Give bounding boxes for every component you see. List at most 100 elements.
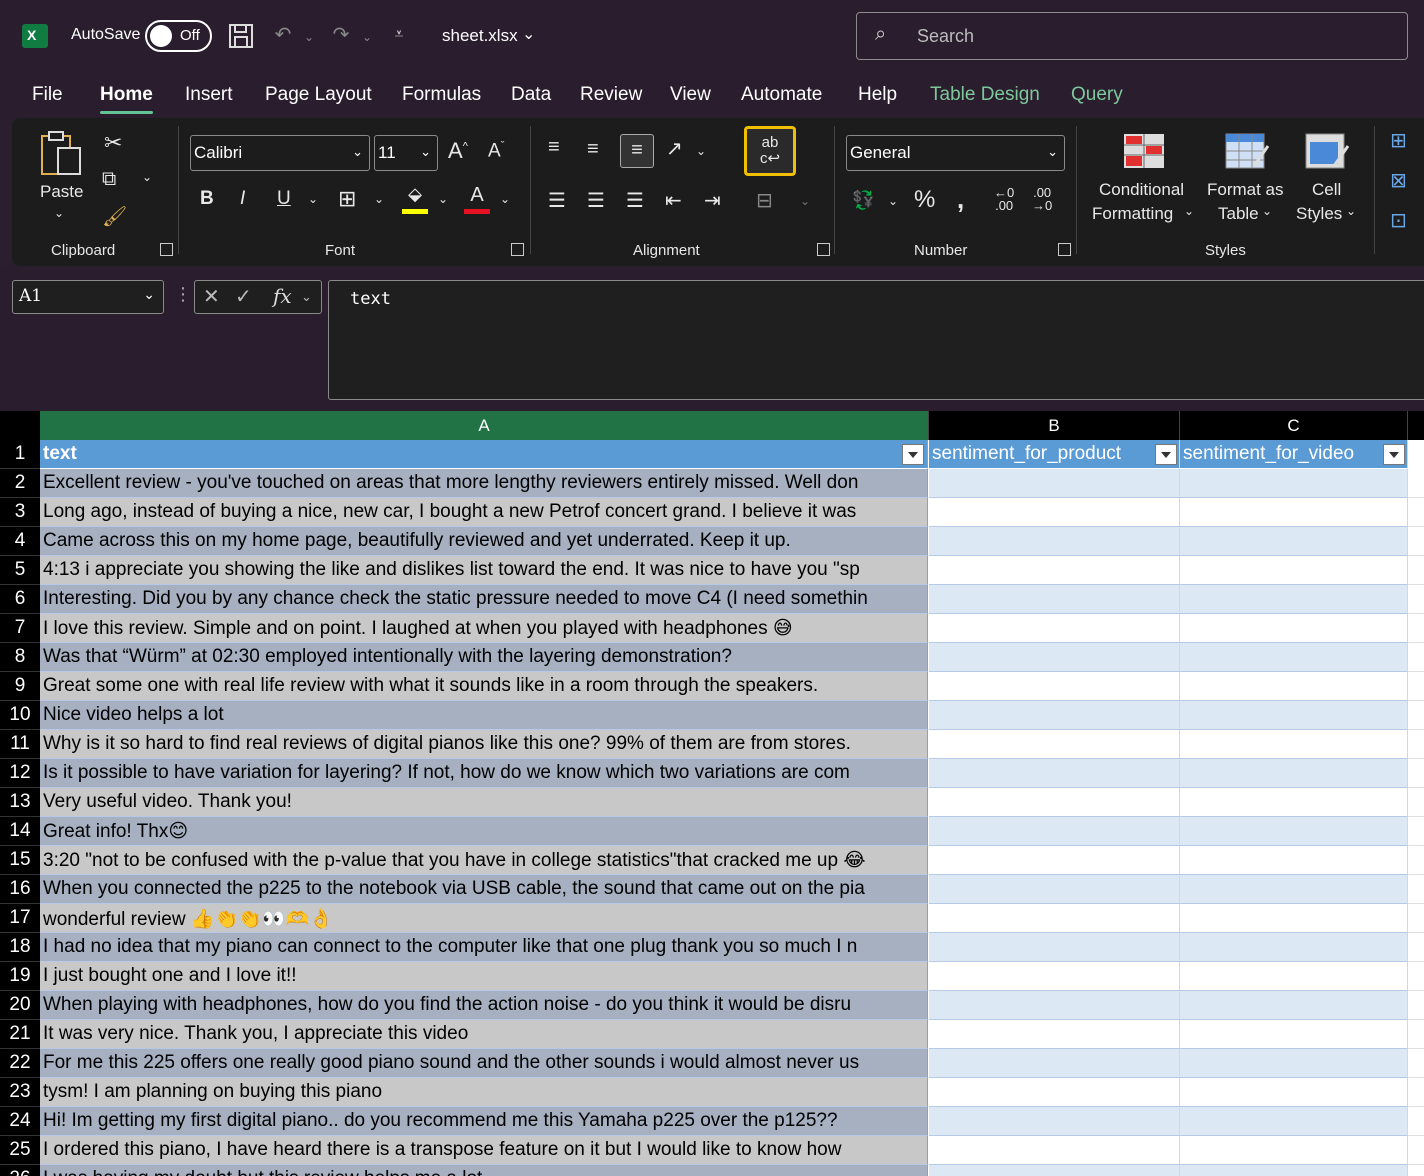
cell-text[interactable]: Long ago, instead of buying a nice, new … (40, 498, 928, 527)
merge-center-icon[interactable]: ⊟ (756, 188, 773, 213)
cell-sentiment-video[interactable] (1180, 875, 1408, 904)
filter-dropdown-icon[interactable] (902, 444, 924, 465)
empty-cell[interactable] (1408, 440, 1424, 469)
row-number[interactable]: 6 (0, 585, 40, 614)
empty-cell[interactable] (1408, 759, 1424, 788)
fill-color-icon[interactable]: ⬙ (402, 184, 428, 214)
decrease-indent-icon[interactable]: ⇤ (665, 188, 682, 213)
cell-sentiment-product[interactable] (929, 556, 1180, 585)
borders-dropdown-icon[interactable]: ⌄ (374, 192, 384, 206)
cell-sentiment-video[interactable] (1180, 904, 1408, 933)
cell-sentiment-video[interactable] (1180, 817, 1408, 846)
cell-sentiment-product[interactable] (929, 469, 1180, 498)
format-cells-icon[interactable]: ⊡ (1390, 208, 1407, 233)
tab-table-design[interactable]: Table Design (930, 84, 1040, 106)
row-number[interactable]: 2 (0, 469, 40, 498)
row-number[interactable]: 3 (0, 498, 40, 527)
empty-cell[interactable] (1408, 962, 1424, 991)
empty-cell[interactable] (1408, 991, 1424, 1020)
cell-sentiment-product[interactable] (929, 759, 1180, 788)
filter-dropdown-icon[interactable] (1383, 444, 1405, 465)
align-middle-icon[interactable]: ≡ (587, 138, 599, 161)
cell-styles-dropdown-icon[interactable]: ⌄ (1346, 204, 1356, 218)
align-top-icon[interactable]: ≡ (548, 136, 560, 159)
row-number[interactable]: 23 (0, 1078, 40, 1107)
empty-cell[interactable] (1408, 1049, 1424, 1078)
fill-color-dropdown-icon[interactable]: ⌄ (438, 192, 448, 206)
chevron-down-icon[interactable]: ⌄ (522, 24, 535, 44)
paste-icon[interactable] (38, 128, 84, 178)
cell-sentiment-product[interactable] (929, 498, 1180, 527)
tab-formulas[interactable]: Formulas (402, 84, 481, 106)
cell-sentiment-video[interactable] (1180, 701, 1408, 730)
cell-text[interactable]: I had no idea that my piano can connect … (40, 933, 928, 962)
empty-cell[interactable] (1408, 614, 1424, 643)
conditional-formatting-dropdown-icon[interactable]: ⌄ (1184, 204, 1194, 218)
insert-cells-icon[interactable]: ⊞ (1390, 128, 1407, 153)
align-left-icon[interactable]: ☰ (548, 188, 566, 213)
cell-sentiment-product[interactable] (929, 643, 1180, 672)
cell-text[interactable]: wonderful review 👍👏👏👀🫶👌 (40, 904, 928, 933)
number-launcher-icon[interactable] (1058, 243, 1071, 256)
cell-text[interactable]: Interesting. Did you by any chance check… (40, 585, 928, 614)
cell-sentiment-product[interactable] (929, 1136, 1180, 1165)
cell-text[interactable]: Very useful video. Thank you! (40, 788, 928, 817)
cell-text[interactable]: 4:13 i appreciate you showing the like a… (40, 556, 928, 585)
tab-view[interactable]: View (670, 84, 711, 106)
cell-sentiment-product[interactable] (929, 527, 1180, 556)
empty-cell[interactable] (1408, 1136, 1424, 1165)
empty-cell[interactable] (1408, 672, 1424, 701)
underline-icon[interactable]: U (277, 188, 291, 210)
cell-styles-label-1[interactable]: Cell (1312, 180, 1341, 200)
cancel-icon[interactable]: ✕ (203, 284, 220, 309)
cell-sentiment-product[interactable] (929, 1165, 1180, 1176)
save-icon[interactable] (228, 22, 254, 50)
formula-input[interactable]: text (328, 280, 1424, 400)
row-number[interactable]: 10 (0, 701, 40, 730)
cut-icon[interactable]: ✂ (104, 130, 122, 156)
cell-sentiment-product[interactable] (929, 788, 1180, 817)
accounting-format-icon[interactable]: 💱 (852, 190, 874, 211)
empty-cell[interactable] (1408, 817, 1424, 846)
format-as-table-icon[interactable] (1224, 132, 1270, 172)
align-center-icon[interactable]: ☰ (587, 188, 605, 213)
row-number[interactable]: 12 (0, 759, 40, 788)
row-number[interactable]: 14 (0, 817, 40, 846)
row-number[interactable]: 13 (0, 788, 40, 817)
cell-sentiment-video[interactable] (1180, 672, 1408, 701)
row-number[interactable]: 21 (0, 1020, 40, 1049)
comma-style-icon[interactable]: , (957, 184, 964, 215)
orientation-icon[interactable]: ↗ (666, 136, 683, 161)
font-color-icon[interactable]: A (464, 184, 490, 214)
cell-sentiment-video[interactable] (1180, 730, 1408, 759)
decrease-decimal-icon[interactable]: .00 →0 (1032, 186, 1052, 212)
cell-sentiment-video[interactable] (1180, 1049, 1408, 1078)
merge-dropdown-icon[interactable]: ⌄ (800, 194, 810, 208)
empty-cell[interactable] (1408, 527, 1424, 556)
cell-sentiment-video[interactable] (1180, 556, 1408, 585)
cell-text[interactable]: Excellent review - you've touched on are… (40, 469, 928, 498)
empty-cell[interactable] (1408, 933, 1424, 962)
tab-file[interactable]: File (32, 84, 63, 106)
cell-text[interactable]: Is it possible to have variation for lay… (40, 759, 928, 788)
cell-sentiment-video[interactable] (1180, 1078, 1408, 1107)
copy-dropdown-icon[interactable]: ⌄ (142, 170, 152, 184)
cell-sentiment-product[interactable] (929, 875, 1180, 904)
cell-text[interactable]: For me this 225 offers one really good p… (40, 1049, 928, 1078)
tab-review[interactable]: Review (580, 84, 642, 106)
formula-bar-divider-icon[interactable]: ⋮ (174, 284, 192, 305)
empty-cell[interactable] (1408, 498, 1424, 527)
conditional-formatting-icon[interactable] (1122, 132, 1166, 170)
cell-sentiment-video[interactable] (1180, 1165, 1408, 1176)
cell-sentiment-product[interactable] (929, 817, 1180, 846)
cell-sentiment-video[interactable] (1180, 527, 1408, 556)
cell-text[interactable]: When you connected the p225 to the noteb… (40, 875, 928, 904)
enter-icon[interactable]: ✓ (235, 284, 252, 309)
column-header-a[interactable]: A (40, 411, 929, 440)
empty-cell[interactable] (1408, 1107, 1424, 1136)
filter-dropdown-icon[interactable] (1155, 444, 1177, 465)
cell-sentiment-video[interactable] (1180, 643, 1408, 672)
empty-cell[interactable] (1408, 1078, 1424, 1107)
cell-sentiment-product[interactable] (929, 1078, 1180, 1107)
cell-sentiment-video[interactable] (1180, 585, 1408, 614)
